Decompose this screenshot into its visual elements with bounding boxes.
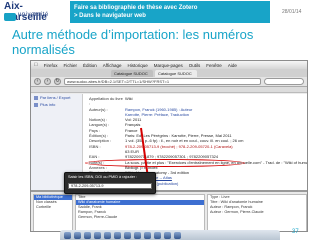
nav-toolbar: ‹ › ↻ www.sudoc.abes.fr/DB=2.1/SET=2/TTL… [31, 77, 307, 87]
record-value: Wiki [125, 96, 133, 101]
logo-mark-icon [4, 13, 16, 21]
browser-window:  Firefox Fichier Édition Affichage Hist… [30, 60, 308, 232]
page-number: 37 [292, 229, 299, 235]
info-icon [34, 102, 38, 107]
dock [60, 230, 280, 240]
dock-app-icon[interactable] [94, 231, 101, 239]
menu-marque-pages[interactable]: Marque-pages [154, 63, 183, 68]
back-icon[interactable]: ‹ [34, 78, 41, 85]
logo-bottom-text: université [18, 12, 49, 18]
apple-icon[interactable]:  [34, 62, 38, 68]
page-content: Par liens / Export Plus info Appellation… [31, 94, 307, 231]
identifier-input[interactable]: 978-2-209-05713-9 [68, 183, 152, 189]
slide-date: 28/01/14 [282, 9, 302, 15]
zotero-item-info: Type : Livre Titre : Wiki d'anatomie hum… [207, 194, 307, 231]
zotero-item[interactable]: Germon, Pierre-Claude [76, 215, 204, 220]
slide-header: Aix-Marseille université Faire sa biblio… [0, 0, 320, 26]
tab-bar: Catalogue SUDOC Catalogue SUDOC [31, 69, 307, 77]
dock-app-icon[interactable] [144, 231, 151, 239]
menu-historique[interactable]: Historique [127, 63, 147, 68]
reload-icon[interactable]: ↻ [54, 78, 61, 85]
dock-app-icon[interactable] [74, 231, 81, 239]
dock-app-icon[interactable] [104, 231, 111, 239]
menu-bar:  Firefox Fichier Édition Affichage Hist… [31, 61, 307, 69]
menu-firefox[interactable]: Firefox [44, 63, 58, 68]
menu-fichier[interactable]: Fichier [64, 63, 78, 68]
bookmarks-bar [31, 87, 307, 93]
sidebar-item-label: Par liens / Export [40, 95, 71, 100]
url-bar[interactable]: www.sudoc.abes.fr/DB=2.1/SET=2/TTL=1/SHW… [64, 78, 261, 85]
banner-subtitle: > Dans le navigateur web [74, 13, 146, 19]
dialog-prompt: Saisir les ISBN, DOI ou PMID à rajouter … [68, 175, 138, 179]
dock-app-icon[interactable] [64, 231, 71, 239]
banner-title: Faire sa bibliographie de thèse avec Zot… [74, 5, 198, 11]
menu-outils[interactable]: Outils [189, 63, 201, 68]
zotero-info-field[interactable]: Auteur : Germon, Pierre-Claude [208, 210, 306, 215]
menu-affichage[interactable]: Affichage [103, 63, 122, 68]
sidebar-item-plus-info[interactable]: Plus info [31, 101, 82, 108]
university-logo: Aix-Marseille université [4, 1, 62, 23]
identifier-dialog: Saisir les ISBN, DOI ou PMID à rajouter … [64, 172, 156, 194]
dock-app-icon[interactable] [84, 231, 91, 239]
record-label: Appellation du livre : [89, 96, 123, 107]
sidebar-item-label: Plus info [40, 102, 56, 107]
dock-app-icon[interactable] [154, 231, 161, 239]
dock-app-icon[interactable] [134, 231, 141, 239]
zotero-items: Titre Wiki d'anatomie humaine Saddle, Fr… [75, 194, 205, 231]
record-row: Appellation du livre : Wiki [89, 96, 307, 107]
isbn-highlight-circle [85, 159, 245, 167]
menu-aide[interactable]: Aide [228, 63, 237, 68]
menu-edition[interactable]: Édition [83, 63, 97, 68]
tab-catalogue-1[interactable]: Catalogue SUDOC [111, 70, 153, 77]
dock-app-icon[interactable] [114, 231, 121, 239]
menu-fenetre[interactable]: Fenêtre [206, 63, 222, 68]
export-icon [34, 95, 38, 100]
dock-app-icon[interactable] [124, 231, 131, 239]
zotero-collections: Ma bibliothèque Non classés Corbeille [33, 194, 73, 231]
zotero-library[interactable]: Corbeille [34, 205, 72, 210]
tab-catalogue-2[interactable]: Catalogue SUDOC [155, 70, 197, 77]
sidebar-item-export[interactable]: Par liens / Export [31, 94, 82, 101]
search-field[interactable] [264, 78, 304, 85]
slide-title: Autre méthode d’importation: les numéros… [12, 27, 254, 57]
dock-app-icon[interactable] [164, 231, 171, 239]
forward-icon[interactable]: › [44, 78, 51, 85]
zotero-pane: Ma bibliothèque Non classés Corbeille Ti… [31, 190, 307, 231]
dock-app-icon[interactable] [174, 231, 181, 239]
header-banner: Faire sa bibliographie de thèse avec Zot… [70, 1, 270, 23]
